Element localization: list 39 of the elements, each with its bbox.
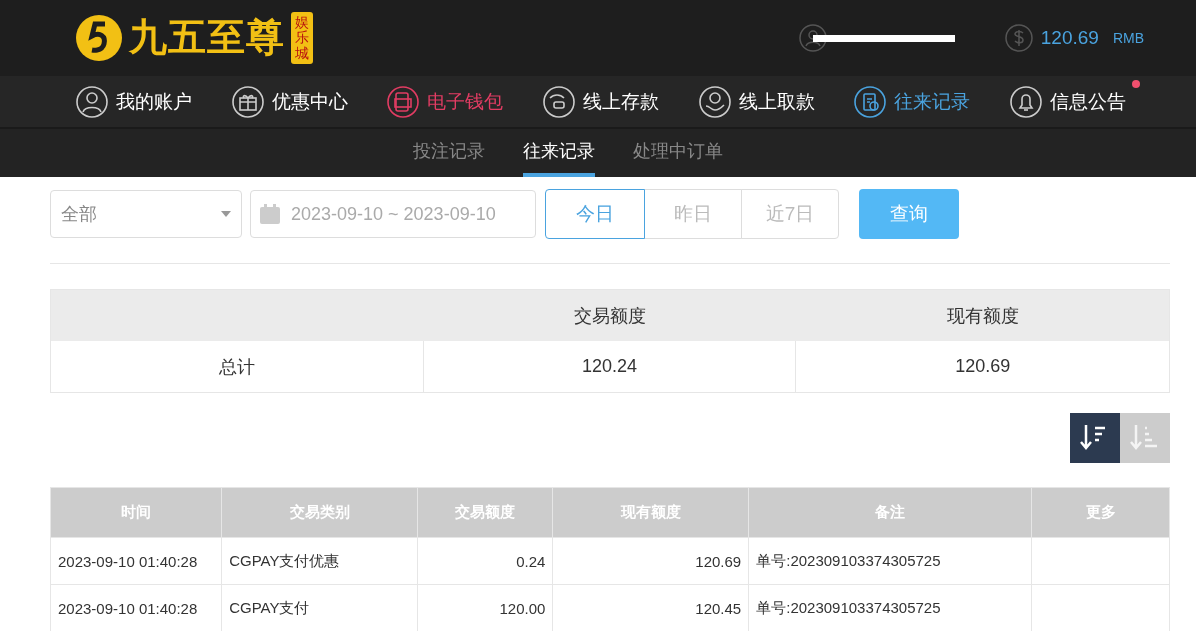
sub-tab[interactable]: 处理中订单 [633,129,723,177]
nav-item[interactable]: 往来记录 [854,85,971,118]
gift-icon [231,85,264,118]
user-icon [76,85,108,118]
header-cell: 现有额度 [796,290,1169,341]
table-cell: CGPAY支付优惠 [221,537,418,585]
logo-text: 九五至尊 [129,13,285,62]
header-cell: 交易额度 [423,290,797,341]
nav-item[interactable]: 我的账户 [76,85,192,118]
sub-tab[interactable]: 投注记录 [413,129,485,177]
calendar-icon [259,203,281,225]
nav-item[interactable]: 线上取款 [698,85,815,118]
nav-item[interactable]: 信息公告 [1009,85,1126,118]
balance: 120.69 [1040,27,1099,49]
table-cell: 120.24 [423,341,797,392]
nav-item[interactable]: 优惠中心 [231,85,348,118]
caret-icon [221,211,231,217]
table-cell: 2023-09-10 01:40:28 [50,584,222,631]
wallet-icon [387,85,420,118]
date-range-button[interactable]: 今日 [545,189,645,239]
user-icon [798,24,827,52]
date-range-field[interactable]: 2023-09-10 ~ 2023-09-10 [250,190,536,238]
type-select[interactable]: 全部 [50,190,242,238]
logo-badge: 娱乐城 [291,11,313,65]
sub-tab[interactable]: 往来记录 [523,129,595,177]
nav-item[interactable]: 电子钱包 [387,85,504,118]
sort-button[interactable] [1070,413,1120,463]
nav-item[interactable]: 线上存款 [542,85,659,118]
table-cell: 0.24 [417,537,553,585]
dollar-icon [1004,24,1033,52]
clipboard-clock-icon [854,85,887,118]
table-cell: 2023-09-10 01:40:28 [50,537,222,585]
table-cell: 120.69 [552,537,749,585]
currency: RMB [1112,30,1144,46]
table-cell: 单号:202309103374305725 [748,537,1032,585]
table-cell: 总计 [51,341,424,392]
table-cell-text: 120.69 [954,355,1012,378]
logo-icon [75,14,123,62]
bell-icon [1009,85,1042,118]
